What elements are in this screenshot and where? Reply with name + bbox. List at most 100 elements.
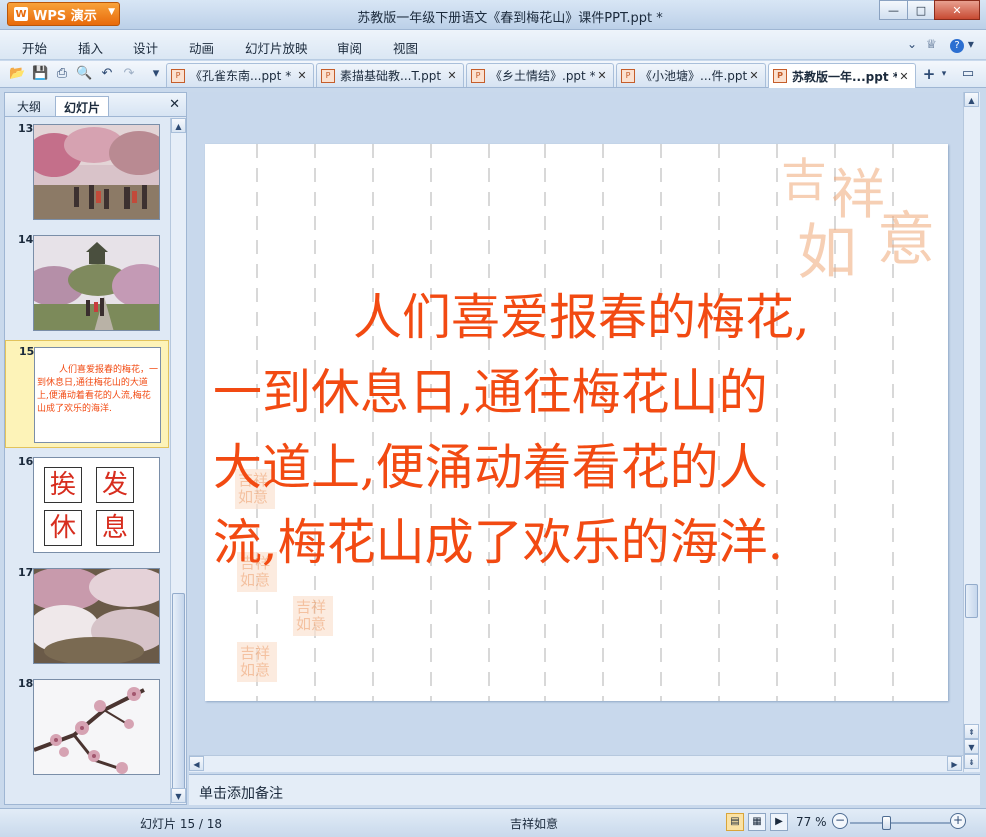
- panel-tabs: 大纲 幻灯片 ✕: [5, 93, 186, 117]
- editor-horizontal-scrollbar[interactable]: ◀ ▶: [189, 755, 963, 772]
- slide-number: 16: [18, 455, 34, 468]
- plum-blossom-crowd-photo: [34, 125, 159, 219]
- close-icon[interactable]: ✕: [169, 97, 180, 112]
- ppt-file-icon: P: [171, 68, 185, 83]
- normal-view-icon[interactable]: ▤: [726, 813, 744, 831]
- doc-tab-label: 《孔雀东南...ppt *: [190, 69, 292, 83]
- previous-slide-icon[interactable]: ⇞: [964, 724, 979, 739]
- scroll-left-icon[interactable]: ◀: [189, 756, 204, 771]
- plum-branch-photo: [34, 680, 159, 774]
- menu-insert[interactable]: 插入: [78, 38, 103, 57]
- slide-thumbnail[interactable]: 14: [5, 229, 169, 337]
- slide-panel: 大纲 幻灯片 ✕ 13 14 15 人们喜爱报春的梅花，一到休息日,通往梅花山的…: [4, 92, 187, 805]
- maximize-button[interactable]: □: [907, 0, 935, 20]
- menu-view[interactable]: 视图: [393, 38, 418, 57]
- white-plum-blossom-photo: [34, 569, 159, 663]
- doc-tab-active[interactable]: P 苏教版一年...ppt * ✕: [768, 63, 916, 88]
- slide-canvas[interactable]: 吉 祥 如 意 吉祥如意 吉祥如意 吉祥如意 吉祥如意 人们喜爱报春的梅花, 一…: [205, 144, 948, 701]
- slide-thumbnail-text: 人们喜爱报春的梅花，一到休息日,通往梅花山的大道上,便涌动着看花的人流,梅花山成…: [37, 365, 159, 414]
- doc-tab-label: 《小池塘》...件.ppt: [640, 69, 747, 83]
- app-menu-button[interactable]: W WPS 演示 ▼: [7, 2, 120, 26]
- zoom-slider-track[interactable]: [850, 822, 950, 824]
- notes-pane[interactable]: 单击添加备注: [189, 774, 980, 805]
- slideshow-view-icon[interactable]: ▶: [770, 813, 788, 831]
- close-tab-icon[interactable]: ✕: [747, 69, 761, 82]
- slide-thumbnail[interactable]: 13: [5, 118, 169, 226]
- doc-tab[interactable]: P 《小池塘》...件.ppt ✕: [616, 63, 766, 87]
- print-preview-icon[interactable]: 🔍: [76, 66, 92, 82]
- menu-slideshow[interactable]: 幻灯片放映: [245, 38, 308, 57]
- zoom-slider-handle[interactable]: [882, 816, 891, 830]
- slide-editor: 吉 祥 如 意 吉祥如意 吉祥如意 吉祥如意 吉祥如意 人们喜爱报春的梅花, 一…: [189, 92, 963, 755]
- slide-text-line: 流,梅花山成了欢乐的海洋.: [213, 514, 784, 571]
- chevron-down-icon: ▼: [108, 7, 115, 17]
- auspicious-seal-small: 吉祥如意: [293, 596, 333, 636]
- zoom-level: 77 %: [796, 815, 827, 829]
- slide-thumbnail[interactable]: 17: [5, 562, 169, 670]
- scroll-right-icon[interactable]: ▶: [947, 756, 962, 771]
- save-icon[interactable]: 💾: [32, 66, 48, 82]
- slide-thumbnail[interactable]: 16 挨 发 休 息: [5, 451, 169, 559]
- redo-icon[interactable]: ↷: [121, 66, 137, 82]
- menu-home[interactable]: 开始: [22, 38, 47, 57]
- ppt-file-icon: P: [321, 68, 335, 83]
- next-slide-icon[interactable]: ⇟: [964, 754, 979, 769]
- new-tab-menu-icon[interactable]: ▾: [936, 66, 952, 82]
- auspicious-seal-small: 吉祥如意: [237, 642, 277, 682]
- editor-vertical-scrollbar[interactable]: ▲ ⇞ ▼ ⇟: [963, 92, 980, 772]
- scrollbar-thumb[interactable]: [965, 584, 978, 618]
- scroll-up-icon[interactable]: ▲: [171, 118, 186, 133]
- seal-char: 吉: [781, 153, 827, 207]
- close-tab-icon[interactable]: ✕: [897, 70, 911, 83]
- char-box: 休: [44, 510, 82, 546]
- slide-number: 13: [18, 122, 34, 135]
- slide-number: 17: [18, 566, 34, 579]
- tab-outline[interactable]: 大纲: [9, 96, 49, 116]
- new-tab-icon[interactable]: +: [921, 66, 937, 82]
- close-tab-icon[interactable]: ✕: [445, 69, 459, 82]
- slide-text-line: 大道上,便涌动着看花的人: [213, 439, 768, 496]
- scroll-down-icon[interactable]: ▼: [964, 739, 979, 754]
- menu-review[interactable]: 审阅: [337, 38, 362, 57]
- seal-char: 如: [797, 218, 857, 288]
- slide-number: 15: [19, 345, 35, 358]
- slide-thumbnail-image: [33, 235, 160, 331]
- customize-toolbar-icon[interactable]: ▾: [148, 66, 164, 82]
- thumbnail-scrollbar[interactable]: ▲ ▼: [170, 118, 186, 804]
- status-bar: 幻灯片 15 / 18 吉祥如意 ▤ ▦ ▶ 77 % − +: [0, 808, 986, 837]
- close-tab-icon[interactable]: ✕: [295, 69, 309, 82]
- slide-text-box[interactable]: 人们喜爱报春的梅花, 一到休息日,通往梅花山的 大道上,便涌动着看花的人 流,梅…: [213, 280, 938, 580]
- slide-thumbnail[interactable]: 18: [5, 673, 169, 781]
- slide-number: 14: [18, 233, 34, 246]
- zoom-out-button[interactable]: −: [832, 813, 848, 829]
- help-button[interactable]: ? ▾: [950, 37, 974, 53]
- scroll-down-icon[interactable]: ▼: [171, 788, 186, 803]
- menu-bar: 开始 插入 设计 动画 幻灯片放映 审阅 视图 ⌄ ♕ ? ▾: [0, 30, 986, 60]
- scrollbar-thumb[interactable]: [172, 593, 185, 798]
- minimize-button[interactable]: —: [879, 0, 908, 20]
- doc-tab[interactable]: P 《乡土情结》.ppt * ✕: [466, 63, 614, 87]
- tab-slides[interactable]: 幻灯片: [55, 96, 110, 116]
- close-tab-icon[interactable]: ✕: [595, 69, 609, 82]
- slide-sorter-view-icon[interactable]: ▦: [748, 813, 766, 831]
- skin-icon[interactable]: ♕: [926, 37, 937, 51]
- doc-tab-label: 苏教版一年...ppt *: [792, 69, 897, 84]
- zoom-in-button[interactable]: +: [950, 813, 966, 829]
- collapse-ribbon-icon[interactable]: ⌄: [907, 37, 917, 51]
- slide-thumbnail-selected[interactable]: 15 人们喜爱报春的梅花，一到休息日,通往梅花山的大道上,便涌动着看花的人流,梅…: [5, 340, 169, 448]
- undo-icon[interactable]: ↶: [99, 66, 115, 82]
- menu-animation[interactable]: 动画: [189, 38, 214, 57]
- open-icon[interactable]: 📂: [9, 66, 25, 82]
- char-box: 挨: [44, 467, 82, 503]
- slide-thumbnail-image: [33, 568, 160, 664]
- doc-tab-label: 《乡土情结》.ppt *: [490, 69, 595, 83]
- doc-tab[interactable]: P 《孔雀东南...ppt * ✕: [166, 63, 314, 87]
- scroll-up-icon[interactable]: ▲: [964, 92, 979, 107]
- close-button[interactable]: ✕: [934, 0, 980, 20]
- menu-design[interactable]: 设计: [133, 38, 158, 57]
- tab-list-icon[interactable]: ▭: [960, 66, 976, 82]
- doc-tab[interactable]: P 素描基础教...T.ppt ✕: [316, 63, 464, 87]
- print-icon[interactable]: ⎙: [54, 66, 70, 82]
- slide-thumbnail-image: [33, 124, 160, 220]
- slide-thumbnail-image: 挨 发 休 息: [33, 457, 160, 553]
